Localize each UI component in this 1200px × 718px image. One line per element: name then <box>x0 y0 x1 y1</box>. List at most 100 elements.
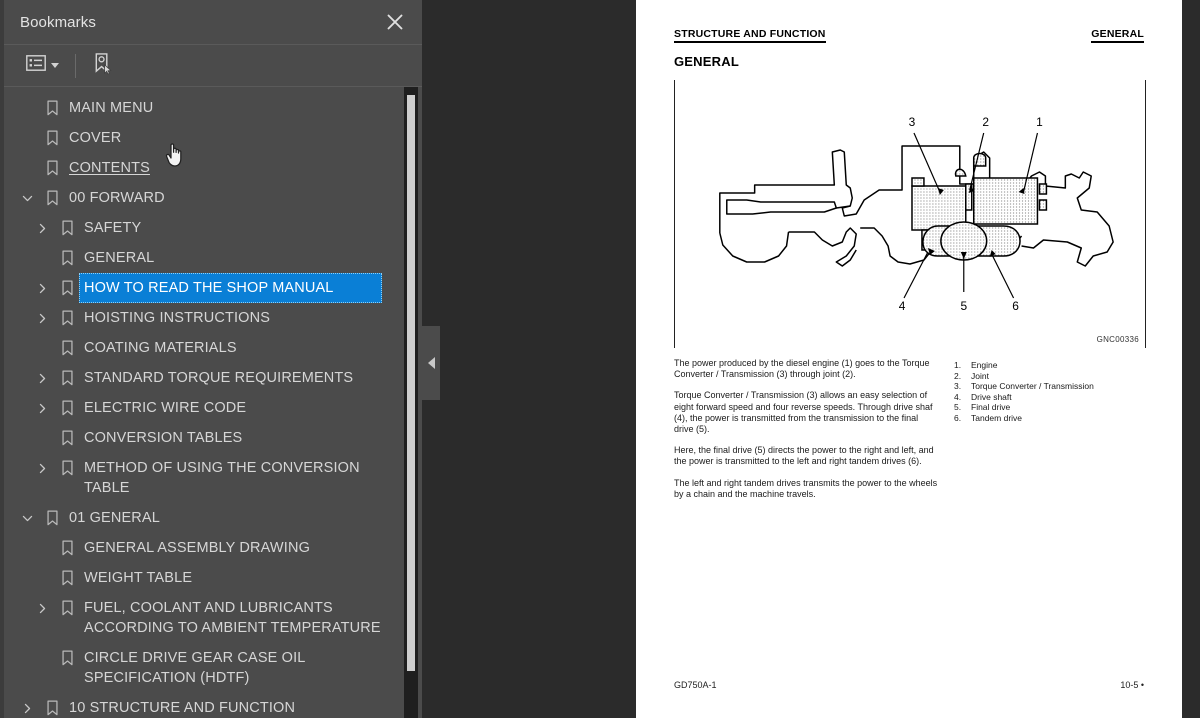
legend-number: 6. <box>954 412 962 423</box>
legend-number: 1. <box>954 360 962 370</box>
bookmark-icon <box>40 183 64 213</box>
bookmark-item[interactable]: GENERAL ASSEMBLY DRAWING <box>4 533 404 563</box>
svg-text:1: 1 <box>1036 115 1043 129</box>
footer-model-code: GD750A-1 <box>674 680 717 690</box>
bookmark-item[interactable]: HOISTING INSTRUCTIONS <box>4 303 404 333</box>
bookmark-icon <box>55 453 79 483</box>
bookmark-item-label: CONTENTS <box>69 160 150 176</box>
bookmark-item-label: 01 GENERAL <box>69 510 160 526</box>
bookmark-item[interactable]: 01 GENERAL <box>4 503 404 533</box>
document-page: STRUCTURE AND FUNCTION GENERAL GENERAL 3… <box>636 0 1182 718</box>
bookmark-scrollbar-thumb[interactable] <box>407 95 415 671</box>
bookmark-item-label: SAFETY <box>84 220 142 236</box>
footer-page-number: 10-5 • <box>1120 680 1144 690</box>
svg-text:4: 4 <box>899 299 906 313</box>
bookmark-icon <box>40 123 64 153</box>
bookmark-icon <box>55 273 79 303</box>
bookmark-scrollbar-track[interactable] <box>404 87 418 718</box>
panel-collapse-handle[interactable] <box>422 326 440 400</box>
chevron-right-icon[interactable] <box>29 213 55 243</box>
bookmark-item[interactable]: WEIGHT TABLE <box>4 563 404 593</box>
bookmark-icon <box>55 393 79 423</box>
legend-text: Drive shaft <box>971 391 1012 402</box>
body-paragraph: The power produced by the diesel engine … <box>674 358 930 380</box>
bookmark-icon <box>55 303 79 333</box>
bookmark-item[interactable]: GENERAL <box>4 243 404 273</box>
bookmark-item-label: METHOD OF USING THE CONVERSION TABLE <box>84 460 364 496</box>
bookmark-icon <box>40 503 64 533</box>
chevron-right-icon[interactable] <box>14 693 40 718</box>
document-viewer[interactable]: STRUCTURE AND FUNCTION GENERAL GENERAL 3… <box>422 0 1200 718</box>
bookmark-item[interactable]: STANDARD TORQUE REQUIREMENTS <box>4 363 404 393</box>
bookmark-icon <box>55 563 79 593</box>
bookmark-item[interactable]: ELECTRIC WIRE CODE <box>4 393 404 423</box>
page-title: GENERAL <box>674 54 739 69</box>
bookmark-icon <box>55 333 79 363</box>
new-bookmark-icon <box>92 52 113 80</box>
close-icon[interactable] <box>384 11 406 33</box>
new-bookmark-button[interactable] <box>86 51 119 81</box>
bookmark-item[interactable]: SAFETY <box>4 213 404 243</box>
bookmark-icon <box>55 423 79 453</box>
bookmark-item[interactable]: CONVERSION TABLES <box>4 423 404 453</box>
bookmark-item-label: 00 FORWARD <box>69 190 165 206</box>
bookmark-item[interactable]: FUEL, COOLANT AND LUBRICANTS ACCORDING T… <box>4 593 404 643</box>
legend-row: 5. Final drive <box>954 402 1154 413</box>
chevron-right-icon[interactable] <box>29 393 55 423</box>
body-paragraph: Torque Converter / Transmission (3) allo… <box>674 390 933 435</box>
bookmark-icon <box>55 243 79 273</box>
bookmark-item-label: COVER <box>69 130 122 146</box>
legend-text: Final drive <box>971 402 1011 413</box>
bookmark-icon <box>55 533 79 563</box>
figure-motor-grader-power-train: 3 2 1 4 5 6 GNC00336 <box>674 80 1146 348</box>
chevron-down-icon[interactable] <box>14 183 40 213</box>
bookmark-item[interactable]: METHOD OF USING THE CONVERSION TABLE <box>4 453 404 503</box>
body-paragraph: The left and right tandem drives transmi… <box>674 477 938 499</box>
legend-row: 4. Drive shaft <box>954 392 1154 403</box>
bookmark-item-label: HOISTING INSTRUCTIONS <box>84 310 271 326</box>
chevron-right-icon[interactable] <box>29 593 55 623</box>
svg-text:6: 6 <box>1012 299 1019 313</box>
legend-number: 4. <box>954 391 962 402</box>
bookmark-item-label: WEIGHT TABLE <box>84 570 193 586</box>
legend-row: 2. Joint <box>954 371 1154 382</box>
bookmark-tree-container: MAIN MENU COVER CONTENTS 00 FORWARD SAFETY GE… <box>4 87 422 718</box>
bookmark-tree: MAIN MENU COVER CONTENTS 00 FORWARD SAFETY GE… <box>4 87 404 718</box>
list-options-icon <box>26 55 46 76</box>
bookmark-item[interactable]: 10 STRUCTURE AND FUNCTION <box>4 693 404 718</box>
page-running-header: STRUCTURE AND FUNCTION GENERAL <box>674 28 1144 43</box>
bookmark-icon <box>55 213 79 243</box>
bookmark-item-label: 10 STRUCTURE AND FUNCTION <box>69 700 296 716</box>
page-footer: GD750A-1 10-5 • <box>674 680 1144 690</box>
header-left-text: STRUCTURE AND FUNCTION <box>674 28 826 43</box>
chevron-right-icon[interactable] <box>29 303 55 333</box>
bookmark-item[interactable]: HOW TO READ THE SHOP MANUAL <box>4 273 404 303</box>
bookmark-icon <box>55 593 79 623</box>
legend-text: Joint <box>971 370 989 381</box>
figure-legend-list: 1. Engine 2. Joint 3. Torque Converter / Tran… <box>954 360 1154 424</box>
header-right-text: GENERAL <box>1091 28 1144 43</box>
bookmark-item[interactable]: CIRCLE DRIVE GEAR CASE OIL SPECIFICATION… <box>4 643 404 693</box>
pdf-viewer-window: Bookmarks MAIN MENU COVER CONTENTS 00 FO… <box>0 0 1200 718</box>
chevron-right-icon[interactable] <box>29 363 55 393</box>
bookmark-item[interactable]: COVER <box>4 123 404 153</box>
chevron-down-icon[interactable] <box>14 503 40 533</box>
bookmark-item[interactable]: MAIN MENU <box>4 93 404 123</box>
triangle-left-icon <box>427 357 435 369</box>
bookmarks-toolbar <box>4 45 422 87</box>
bookmark-item-label: HOW TO READ THE SHOP MANUAL <box>79 273 382 303</box>
svg-text:3: 3 <box>909 115 916 129</box>
legend-row: 6. Tandem drive <box>954 413 1154 424</box>
page-body-text: The power produced by the diesel engine … <box>674 358 939 510</box>
bookmark-item[interactable]: COATING MATERIALS <box>4 333 404 363</box>
bookmarks-panel-header: Bookmarks <box>4 0 422 45</box>
svg-text:5: 5 <box>960 299 967 313</box>
panel-title: Bookmarks <box>20 13 96 31</box>
bookmark-icon <box>40 153 64 183</box>
chevron-right-icon[interactable] <box>29 273 55 303</box>
bookmark-icon <box>55 643 79 673</box>
bookmark-options-button[interactable] <box>20 51 65 81</box>
bookmark-item[interactable]: CONTENTS <box>4 153 404 183</box>
chevron-right-icon[interactable] <box>29 453 55 483</box>
bookmark-item[interactable]: 00 FORWARD <box>4 183 404 213</box>
